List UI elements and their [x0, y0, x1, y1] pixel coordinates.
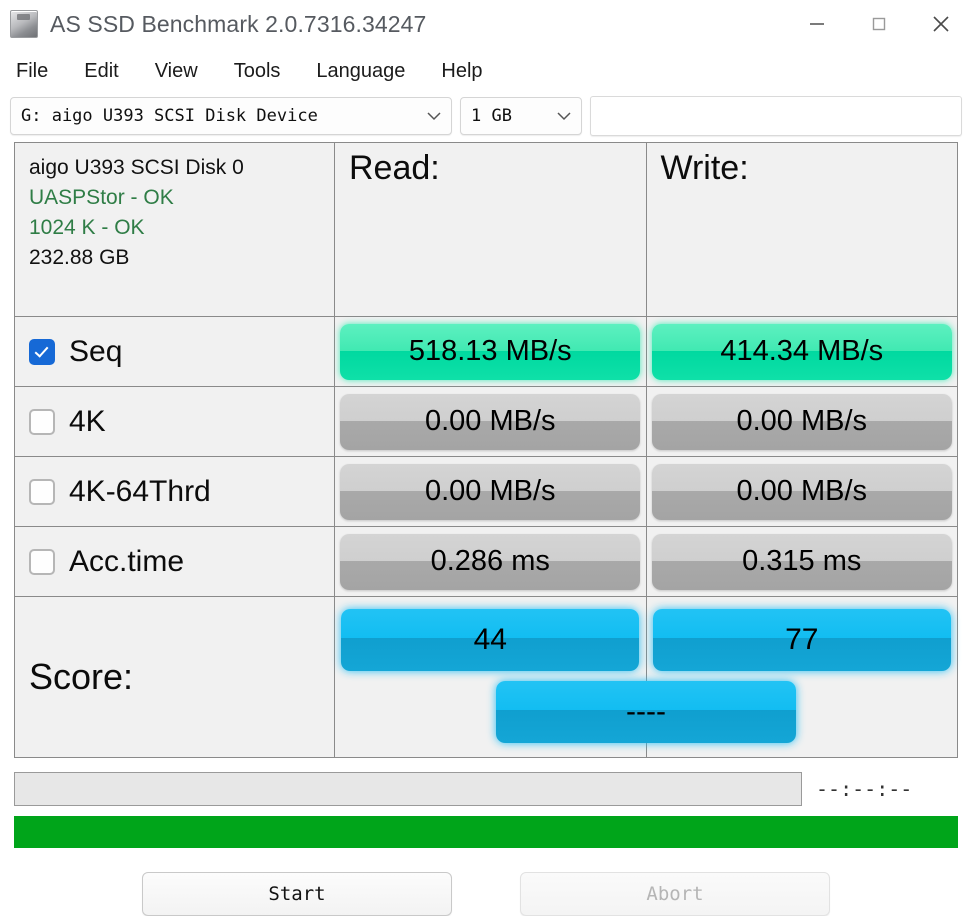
test-row-acc-time-label[interactable]: Acc.time: [15, 527, 335, 596]
checkbox-seq[interactable]: [29, 338, 55, 365]
size-select[interactable]: 1 GB: [460, 97, 582, 135]
4k-read-value: 0.00 MB/s: [340, 393, 641, 450]
score-label-cell: Score:: [15, 597, 335, 757]
ssd-drive-icon: [10, 10, 38, 38]
menu-item-file[interactable]: File: [16, 60, 48, 83]
checkbox-4k-64thrd[interactable]: [29, 478, 55, 505]
minimize-button[interactable]: [786, 0, 848, 48]
menu-item-edit[interactable]: Edit: [84, 60, 118, 83]
drive-select[interactable]: G: aigo U393 SCSI Disk Device: [10, 97, 452, 135]
test-row-4k-64thrd: 4K-64Thrd 0.00 MB/s 0.00 MB/s: [15, 457, 957, 527]
4k-64thrd-write-value: 0.00 MB/s: [651, 463, 952, 520]
test-row-4k: 4K 0.00 MB/s 0.00 MB/s: [15, 387, 957, 457]
test-name-4k-64thrd: 4K-64Thrd: [69, 474, 211, 508]
drive-select-value: G: aigo U393 SCSI Disk Device: [21, 106, 318, 126]
test-name-acc-time: Acc.time: [69, 544, 185, 578]
menu-item-tools[interactable]: Tools: [234, 60, 281, 83]
seq-write-cell: 414.34 MB/s: [647, 317, 958, 386]
menu-item-view[interactable]: View: [155, 60, 198, 83]
chevron-down-icon: [417, 107, 451, 125]
note-input[interactable]: [590, 96, 962, 136]
4k-write-cell: 0.00 MB/s: [647, 387, 958, 456]
acc-time-write-cell: 0.315 ms: [647, 527, 958, 596]
minimize-icon: [810, 23, 824, 25]
acc-time-read-cell: 0.286 ms: [335, 527, 647, 596]
size-select-value: 1 GB: [471, 106, 512, 126]
menu-bar: File Edit View Tools Language Help: [0, 48, 972, 94]
test-name-seq: Seq: [69, 334, 123, 368]
seq-read-value: 518.13 MB/s: [340, 323, 641, 380]
progress-bar: [14, 816, 958, 848]
disk-driver-status: UASPStor - OK: [29, 186, 174, 209]
score-row: Score: 44 77 ----: [15, 597, 957, 757]
maximize-button[interactable]: [848, 0, 910, 48]
title-bar: AS SSD Benchmark 2.0.7316.34247: [0, 0, 972, 48]
test-row-seq-label[interactable]: Seq: [15, 317, 335, 386]
test-row-4k-64thrd-label[interactable]: 4K-64Thrd: [15, 457, 335, 526]
test-row-seq: Seq 518.13 MB/s 414.34 MB/s: [15, 317, 957, 387]
window-title: AS SSD Benchmark 2.0.7316.34247: [50, 10, 427, 37]
read-column-header: Read:: [335, 143, 647, 316]
window-controls: [786, 0, 972, 48]
acc-time-write-value: 0.315 ms: [651, 533, 952, 590]
disk-alignment-status: 1024 K - OK: [29, 216, 145, 239]
score-read-value: 44: [341, 609, 640, 671]
start-button[interactable]: Start: [142, 872, 452, 916]
4k-read-cell: 0.00 MB/s: [335, 387, 647, 456]
menu-item-help[interactable]: Help: [441, 60, 482, 83]
4k-64thrd-read-value: 0.00 MB/s: [340, 463, 641, 520]
abort-button: Abort: [520, 872, 830, 916]
maximize-icon: [872, 17, 886, 31]
checkbox-4k[interactable]: [29, 408, 55, 435]
4k-64thrd-read-cell: 0.00 MB/s: [335, 457, 647, 526]
acc-time-read-value: 0.286 ms: [340, 533, 641, 590]
4k-64thrd-write-cell: 0.00 MB/s: [647, 457, 958, 526]
results-grid: aigo U393 SCSI Disk 0 UASPStor - OK 1024…: [14, 142, 958, 758]
test-row-acc-time: Acc.time 0.286 ms 0.315 ms: [15, 527, 957, 597]
chevron-down-icon: [547, 107, 581, 125]
menu-item-language[interactable]: Language: [316, 60, 405, 83]
disk-name: aigo U393 SCSI Disk 0: [29, 156, 244, 179]
disk-info-panel: aigo U393 SCSI Disk 0 UASPStor - OK 1024…: [15, 143, 335, 316]
score-write-value: 77: [652, 609, 951, 671]
close-button[interactable]: [910, 0, 972, 48]
checkbox-acc-time[interactable]: [29, 548, 55, 575]
action-buttons: Start Abort: [0, 872, 972, 916]
test-row-4k-label[interactable]: 4K: [15, 387, 335, 456]
selector-row: G: aigo U393 SCSI Disk Device 1 GB: [0, 94, 972, 138]
seq-read-cell: 518.13 MB/s: [335, 317, 647, 386]
close-icon: [933, 16, 949, 32]
4k-write-value: 0.00 MB/s: [651, 393, 952, 450]
seq-write-value: 414.34 MB/s: [651, 323, 952, 380]
status-row: --:--:--: [14, 772, 958, 806]
status-message: [14, 772, 802, 806]
score-label: Score:: [29, 656, 134, 697]
score-values-area: 44 77 ----: [335, 597, 957, 757]
test-name-4k: 4K: [69, 404, 106, 438]
elapsed-timer: --:--:--: [816, 777, 913, 801]
score-total-value: ----: [496, 681, 796, 743]
disk-capacity: 232.88 GB: [29, 246, 130, 269]
write-column-header: Write:: [660, 149, 749, 187]
info-header-row: aigo U393 SCSI Disk 0 UASPStor - OK 1024…: [15, 143, 957, 317]
